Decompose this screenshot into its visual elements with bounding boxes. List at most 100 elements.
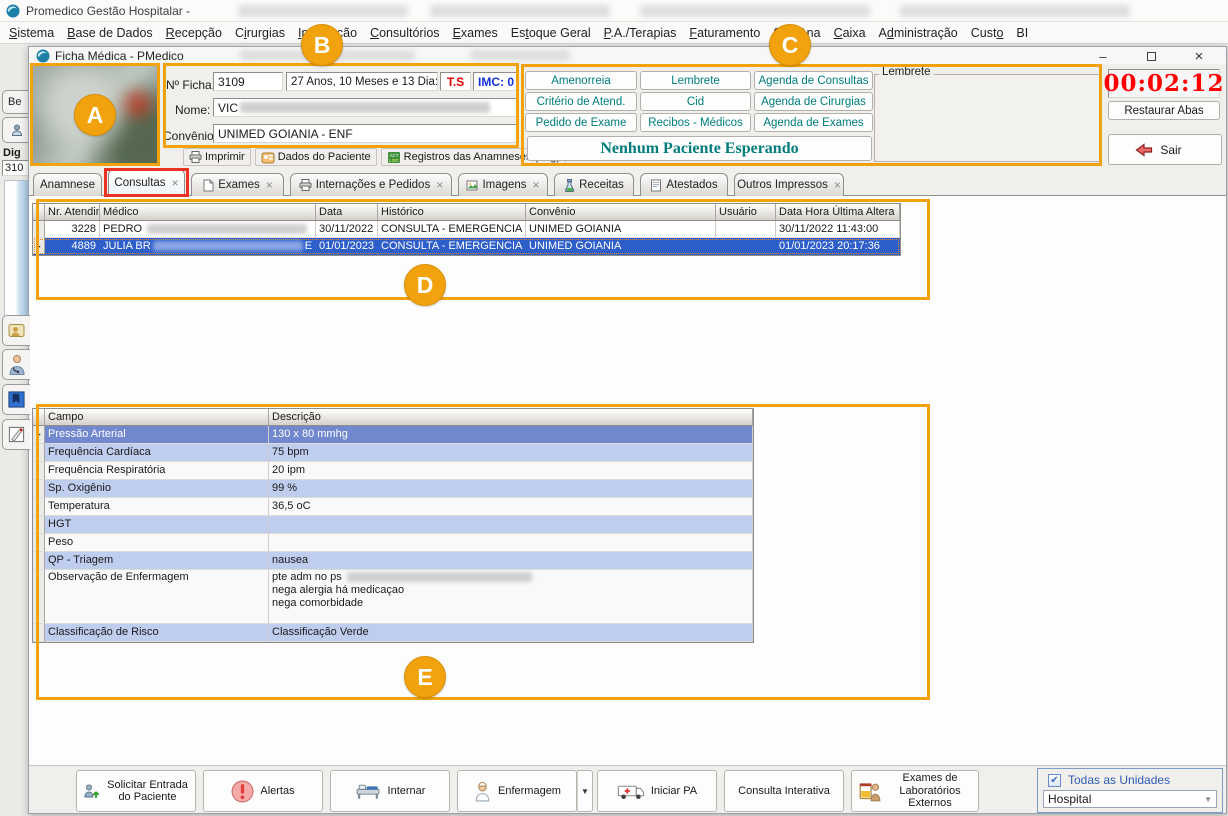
menu-item-estoque-geral[interactable]: Estoque Geral (511, 26, 591, 40)
tab-close-icon[interactable]: × (266, 178, 273, 192)
row-indicator (33, 221, 45, 238)
checkbox-checked-icon[interactable]: ✔ (1048, 774, 1061, 787)
triagem-row[interactable]: Sp. Oxigênio99 % (33, 480, 753, 498)
menu-item-caixa[interactable]: Caixa (834, 26, 866, 40)
tab-consultas[interactable]: Consultas× (108, 169, 185, 196)
triagem-row[interactable]: Observação de Enfermagempte adm no ps ne… (33, 570, 753, 624)
bottom-button-iniciar-pa[interactable]: Iniciar PA (597, 770, 717, 812)
nome-field[interactable]: VIC (213, 98, 518, 117)
column-header[interactable]: Histórico (378, 204, 526, 221)
menu-item-bi[interactable]: BI (1016, 26, 1028, 40)
bottom-button-label: Solicitar Entrada do Paciente (106, 779, 189, 804)
tab-label: Internações e Pedidos (316, 179, 430, 191)
menu-item-cirurgias[interactable]: Cirurgias (235, 26, 285, 40)
triagem-row[interactable]: HGT (33, 516, 753, 534)
ambulance-icon (617, 782, 645, 801)
sidebar-tab-key-person-icon[interactable] (2, 315, 30, 346)
menu-item-sus-ana[interactable]: Sus/Ana (773, 26, 820, 40)
restaurar-abas-button[interactable]: Restaurar Abas (1108, 101, 1220, 120)
menu-item-base-de-dados[interactable]: Base de Dados (67, 26, 152, 40)
triagem-row[interactable]: QP - Triagemnausea (33, 552, 753, 570)
row-indicator (33, 534, 45, 552)
quick-button-recibos-medicos[interactable]: Recibos - Médicos (640, 113, 751, 132)
triagem-row[interactable]: ▸Pressão Arterial130 x 80 mmhg (33, 426, 753, 444)
column-header[interactable] (33, 204, 45, 221)
menu-item-faturamento[interactable]: Faturamento (689, 26, 760, 40)
toolbar-button-dados-do-paciente[interactable]: Dados do Paciente (255, 148, 377, 166)
tab-close-icon[interactable]: × (834, 178, 841, 192)
triagem-row[interactable]: Frequência Respiratória20 ipm (33, 462, 753, 480)
bottom-button-alertas[interactable]: Alertas (203, 770, 323, 812)
triagem-row[interactable]: Temperatura36,5 oC (33, 498, 753, 516)
close-button[interactable]: × (1184, 48, 1214, 64)
bottom-button-consulta-interativa[interactable]: Consulta Interativa (724, 770, 844, 812)
ficha-label: Nº Ficha: (166, 78, 215, 92)
triagem-row[interactable]: Peso (33, 534, 753, 552)
enfermagem-dropdown-button[interactable]: ▼ (577, 770, 593, 812)
menu-item-internacao[interactable]: Internação (298, 26, 357, 40)
row-indicator (33, 444, 45, 462)
quick-button-pedido-de-exame[interactable]: Pedido de Exame (525, 113, 637, 132)
column-header[interactable]: Data Hora Última Altera (776, 204, 900, 221)
consultas-row[interactable]: ▸4889JULIA BRE01/01/2023CONSULTA - EMERG… (33, 238, 900, 255)
convenio-field[interactable]: UNIMED GOIANIA - ENF (213, 124, 518, 143)
column-header[interactable]: Médico (100, 204, 316, 221)
column-header[interactable]: Nr. Atendim (45, 204, 100, 221)
tab-imagens[interactable]: Imagens × (458, 173, 548, 196)
sidebar-field-value[interactable]: 310 (2, 160, 29, 176)
quick-button-agenda-de-cirurgias[interactable]: Agenda de Cirurgias (754, 92, 873, 111)
tab-label: Imagens (482, 179, 526, 191)
sidebar-tab-paciente[interactable] (2, 117, 30, 143)
sidebar-tab-book-icon[interactable] (2, 384, 30, 415)
quick-button-amenorreia[interactable]: Amenorreia (525, 71, 637, 90)
bottom-button-internar[interactable]: Internar (330, 770, 450, 812)
redacted-name (240, 102, 490, 113)
menu-item-p-a-terapias[interactable]: P.A./Terapias (604, 26, 677, 40)
tab-exames[interactable]: Exames× (191, 173, 284, 196)
menu-item-exames[interactable]: Exames (453, 26, 498, 40)
tab-close-icon[interactable]: × (533, 178, 540, 192)
column-header[interactable]: Usuário (716, 204, 776, 221)
column-header[interactable]: Campo (45, 409, 269, 426)
quick-button-agenda-de-consultas[interactable]: Agenda de Consultas (754, 71, 873, 90)
minimize-button[interactable]: – (1088, 48, 1118, 64)
quick-button-criterio-de-atend[interactable]: Critério de Atend. (525, 92, 637, 111)
sidebar-tab-bem-vindo[interactable]: Be (2, 90, 30, 114)
quick-button-lembrete[interactable]: Lembrete (640, 71, 751, 90)
tab-internacoes-e-pedidos[interactable]: Internações e Pedidos × (290, 173, 452, 196)
tab-outros-impressos[interactable]: Outros Impressos× (734, 173, 844, 196)
sidebar-tab-notes-icon[interactable] (2, 419, 30, 450)
imc-button[interactable]: IMC: 0 (473, 72, 518, 91)
maximize-button[interactable] (1136, 48, 1166, 64)
tab-close-icon[interactable]: × (172, 176, 179, 190)
column-header[interactable]: Convênio (526, 204, 716, 221)
sair-button[interactable]: Sair (1108, 134, 1222, 165)
menu-item-custo[interactable]: Custo (971, 26, 1004, 40)
column-header[interactable]: Data (316, 204, 378, 221)
tab-atestados[interactable]: Atestados (640, 173, 728, 196)
column-header[interactable]: Descrição (269, 409, 753, 426)
sidebar-tab-doctor-icon[interactable] (2, 349, 30, 380)
consultas-row[interactable]: 3228PEDRO 30/11/2022CONSULTA - EMERGENCI… (33, 221, 900, 238)
bottom-button-enfermagem[interactable]: Enfermagem (457, 770, 577, 812)
flask-icon (564, 179, 575, 192)
tab-anamnese[interactable]: Anamnese (33, 173, 102, 196)
toolbar-button-imprimir[interactable]: Imprimir (183, 148, 251, 166)
menu-item-consultorios[interactable]: Consultórios (370, 26, 439, 40)
quick-button-cid[interactable]: Cid (640, 92, 751, 111)
ficha-number-field[interactable]: 3109 (213, 72, 283, 91)
triagem-row[interactable]: Classificação de RiscoClassificação Verd… (33, 624, 753, 642)
bottom-button-exames-de-laboratorios-externos[interactable]: Exames de Laboratórios Externos (851, 770, 979, 812)
unidade-select[interactable]: Hospital ▼ (1043, 790, 1217, 808)
triagem-row[interactable]: Frequência Cardíaca75 bpm (33, 444, 753, 462)
quick-button-agenda-de-exames[interactable]: Agenda de Exames (754, 113, 873, 132)
menu-item-recepcao[interactable]: Recepção (166, 26, 222, 40)
menu-item-administracao[interactable]: Administração (879, 26, 958, 40)
tab-receitas[interactable]: Receitas (554, 173, 634, 196)
column-header[interactable] (33, 409, 45, 426)
bottom-button-solicitar-entrada-do-paciente[interactable]: Solicitar Entrada do Paciente (76, 770, 196, 812)
menu-item-sistema[interactable]: Sistema (9, 26, 54, 40)
todas-unidades-checkbox[interactable]: ✔ Todas as Unidades (1048, 773, 1222, 787)
tab-close-icon[interactable]: × (436, 178, 443, 192)
ts-button[interactable]: T.S (440, 72, 471, 91)
